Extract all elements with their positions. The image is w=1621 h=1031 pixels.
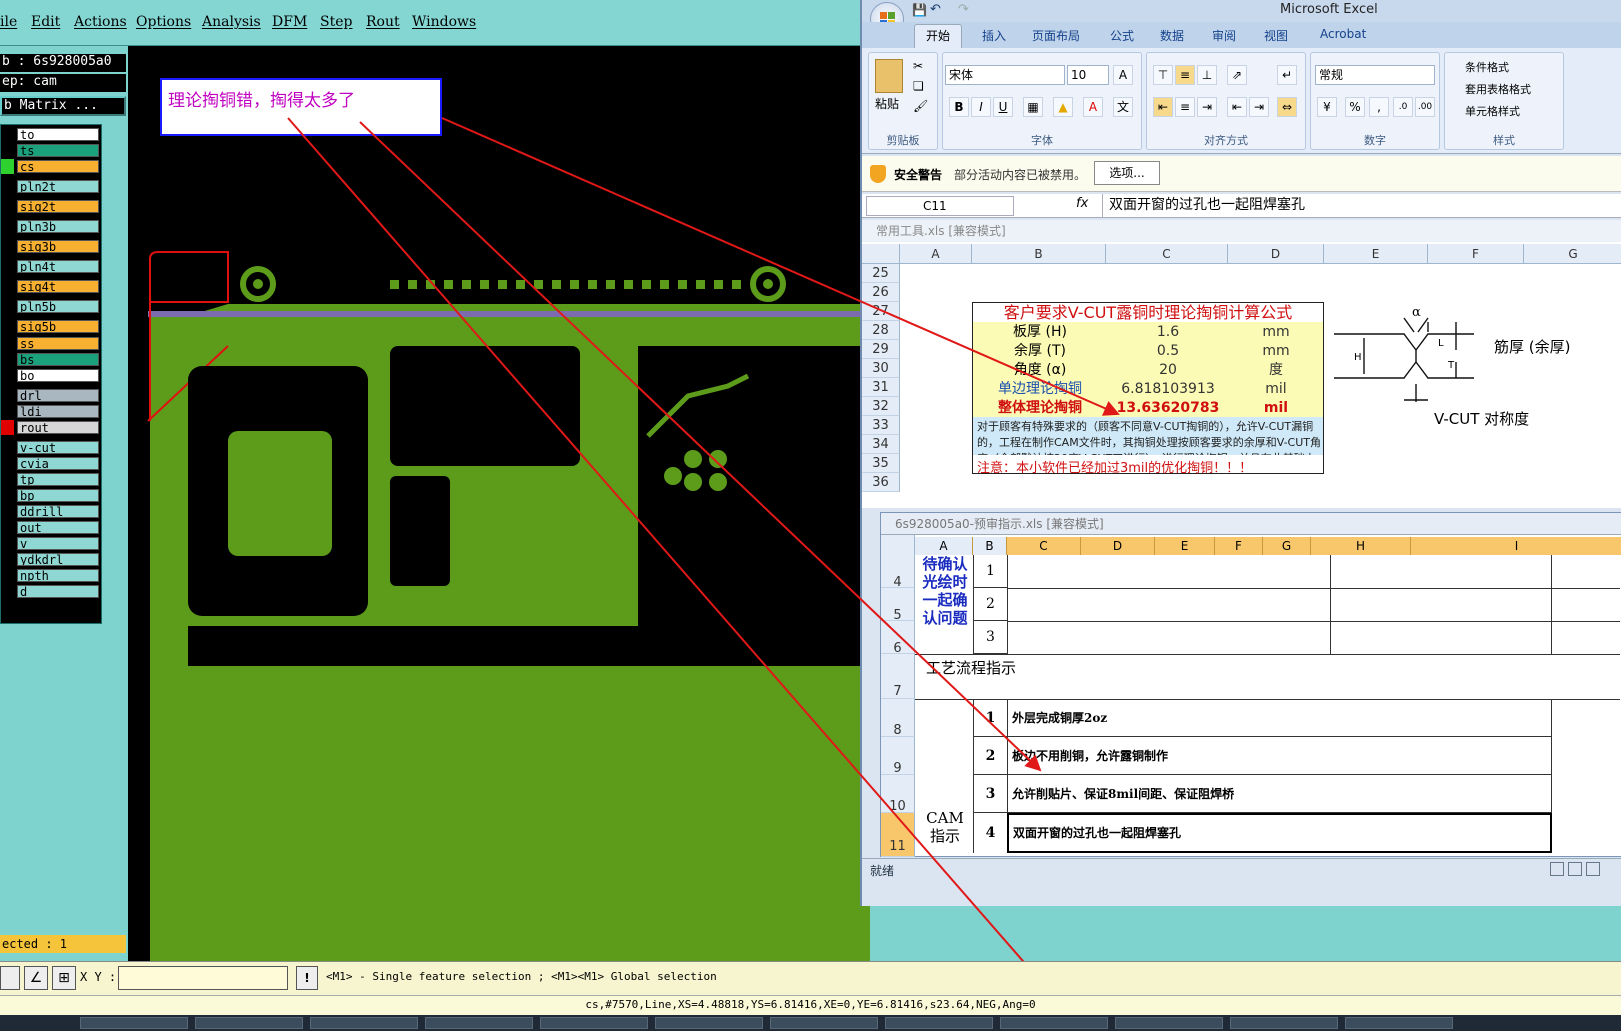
- xy-label: X Y :: [80, 970, 117, 984]
- taskbar-button[interactable]: [80, 1017, 188, 1029]
- taskbar-button[interactable]: [425, 1017, 533, 1029]
- taskbar-button[interactable]: [310, 1017, 418, 1029]
- cam-command-bar: ∠ ⊞ X Y : ! <M1> - Single feature select…: [0, 961, 1621, 995]
- taskbar: [0, 1015, 1621, 1031]
- tool-icon[interactable]: [0, 966, 20, 990]
- taskbar-button[interactable]: [655, 1017, 763, 1029]
- taskbar-button[interactable]: [1345, 1017, 1453, 1029]
- taskbar-button[interactable]: [540, 1017, 648, 1029]
- grid-icon[interactable]: ⊞: [52, 966, 76, 990]
- cam-statusbar: cs,#7570,Line,XS=4.48818,YS=6.81416,XE=0…: [0, 995, 1621, 1015]
- measure-icon[interactable]: ∠: [24, 966, 48, 990]
- taskbar-button[interactable]: [1115, 1017, 1223, 1029]
- taskbar-button[interactable]: [1000, 1017, 1108, 1029]
- taskbar-button[interactable]: [770, 1017, 878, 1029]
- taskbar-button[interactable]: [1230, 1017, 1338, 1029]
- taskbar-button[interactable]: [195, 1017, 303, 1029]
- feature-info: cs,#7570,Line,XS=4.48818,YS=6.81416,XE=0…: [585, 998, 1036, 1011]
- xy-input[interactable]: [118, 966, 288, 990]
- annotation-arrows: [287, 117, 1120, 1017]
- alert-icon[interactable]: !: [296, 966, 318, 990]
- hint-text: <M1> - Single feature selection ; <M1><M…: [326, 970, 717, 983]
- taskbar-button[interactable]: [885, 1017, 993, 1029]
